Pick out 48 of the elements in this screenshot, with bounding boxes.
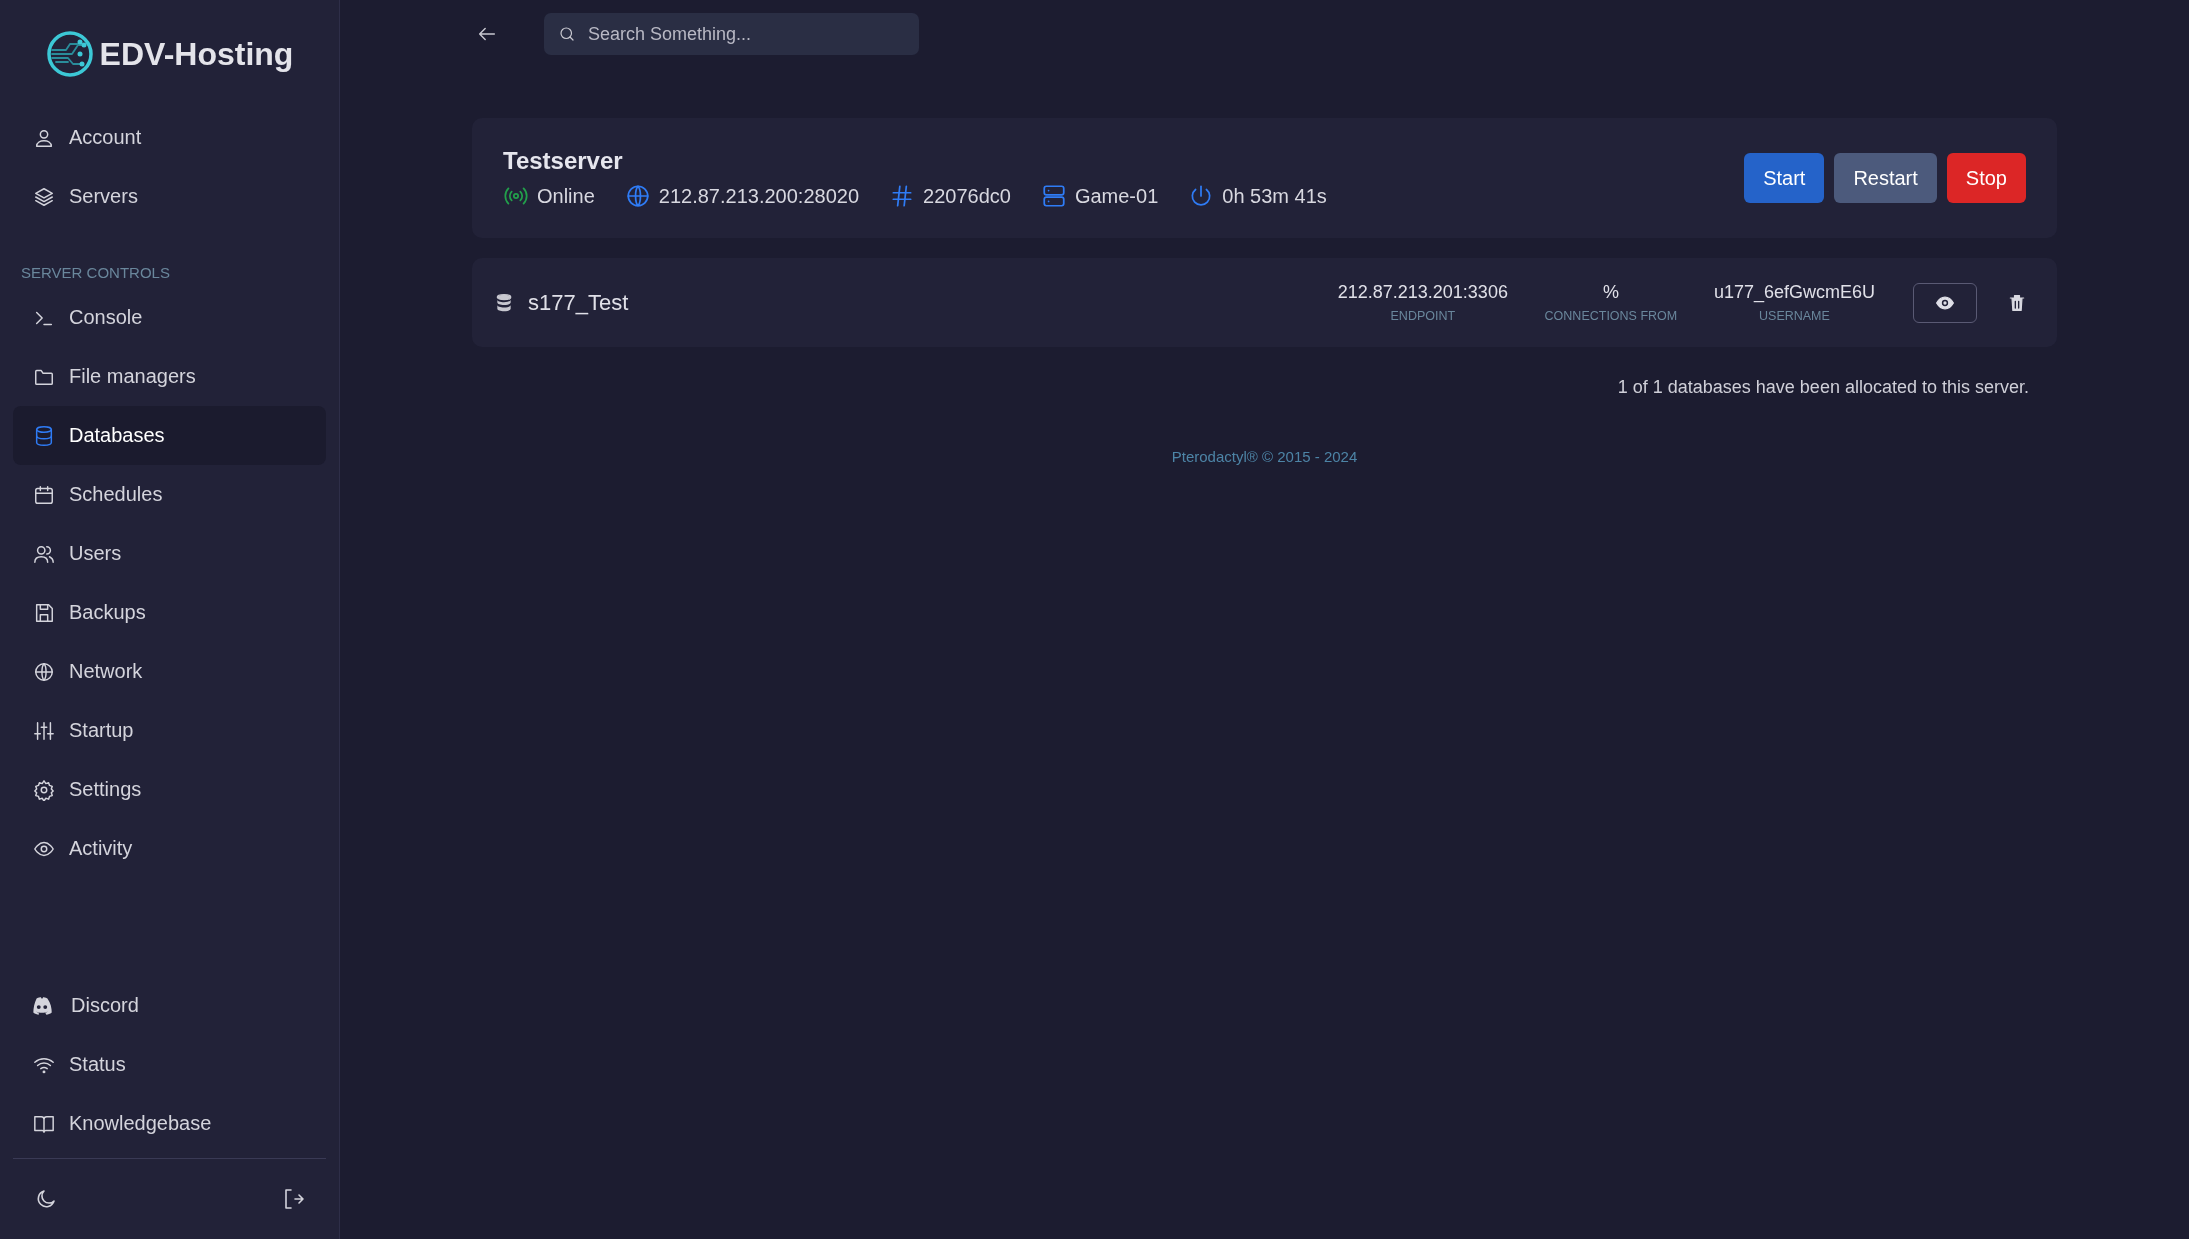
nav-item[interactable]: Console	[13, 288, 326, 347]
server-info-text: Online	[537, 184, 595, 208]
search-field[interactable]: Search Something...	[544, 13, 919, 55]
nav-item[interactable]: File managers	[13, 347, 326, 406]
brand-name: EDV-Hosting	[99, 35, 294, 73]
nav-item[interactable]: Schedules	[13, 465, 326, 524]
field-value: %	[1602, 282, 1619, 303]
stop-button[interactable]: Stop	[1946, 153, 2026, 203]
calendar-icon	[33, 483, 55, 506]
delete-button[interactable]	[2007, 292, 2027, 313]
nav-item[interactable]: Databases	[13, 406, 326, 465]
database-icon	[33, 424, 55, 447]
footer-text: Pterodactyl® © 2015 - 2024	[1171, 448, 1358, 465]
gear-icon	[33, 778, 55, 801]
field-label: ENDPOINT	[1390, 309, 1456, 323]
layers-icon	[33, 185, 55, 208]
server-title: Testserver	[503, 147, 623, 175]
trash-icon	[2007, 292, 2027, 313]
database-icon	[494, 292, 514, 313]
nav-item[interactable]: Settings	[13, 760, 326, 819]
search-icon	[558, 25, 576, 43]
section-label: SERVER CONTROLS	[21, 264, 170, 281]
view-button[interactable]	[1913, 282, 1977, 323]
nav-item[interactable]: Status	[13, 1035, 326, 1094]
field-value: 212.87.213.201:3306	[1337, 282, 1508, 303]
server-info-text: Game-01	[1074, 184, 1159, 208]
field-label: USERNAME	[1759, 309, 1830, 323]
nav-item[interactable]: Discord	[13, 976, 326, 1035]
nav-item[interactable]: Users	[13, 524, 326, 583]
start-button[interactable]: Start	[1744, 153, 1825, 203]
nav-item[interactable]: Activity	[13, 819, 326, 878]
nav-item[interactable]: Knowledgebase	[13, 1094, 326, 1153]
server-info-text: 22076dc0	[923, 184, 1011, 208]
database-name: s177_Test	[528, 289, 630, 316]
nav-item[interactable]: Account	[13, 108, 326, 167]
server-info-text: 212.87.213.200:28020	[658, 184, 859, 208]
nav-item[interactable]: Servers	[13, 167, 326, 226]
globe-icon	[33, 660, 55, 683]
server-info-text: 0h 53m 41s	[1222, 184, 1327, 208]
restart-button[interactable]: Restart	[1834, 153, 1937, 203]
field-value: u177_6efGwcmE6U	[1713, 282, 1875, 303]
nav-item[interactable]: Startup	[13, 701, 326, 760]
nav-item[interactable]: Backups	[13, 583, 326, 642]
logo-icon	[45, 30, 94, 78]
sliders-icon	[33, 719, 55, 742]
field-label: CONNECTIONS FROM	[1544, 309, 1678, 323]
allocation-note: 1 of 1 databases have been allocated to this server.	[1617, 377, 2029, 398]
nav-item[interactable]: Network	[13, 642, 326, 701]
